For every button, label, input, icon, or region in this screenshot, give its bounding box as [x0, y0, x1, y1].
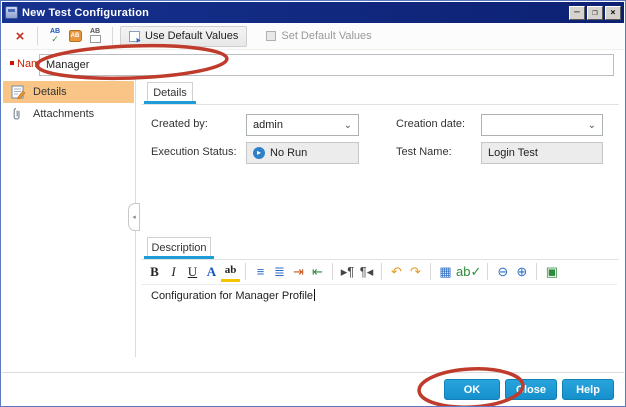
chevron-down-icon: ⌄ — [338, 120, 358, 131]
redo-icon[interactable]: ↷ — [406, 262, 425, 282]
italic-icon[interactable]: I — [164, 262, 183, 282]
zoom-in-icon[interactable]: ⊕ — [512, 262, 531, 282]
clear-fields-icon[interactable]: × — [10, 26, 30, 46]
rte-separator — [487, 263, 488, 280]
rte-separator — [430, 263, 431, 280]
dialog-toolbar: × AB ✓ AB AB Use Default Values Set Defa… — [2, 23, 624, 50]
tab-description[interactable]: Description — [147, 237, 211, 257]
rtl-paragraph-icon[interactable]: ¶◂ — [357, 262, 376, 282]
collapse-pane-handle[interactable]: ◂ — [128, 203, 140, 231]
footer-divider — [2, 372, 624, 373]
chevron-down-icon: ⌄ — [582, 120, 602, 131]
spell-check-icon[interactable]: ab✓ — [455, 262, 482, 282]
rte-separator — [381, 263, 382, 280]
rte-separator — [245, 263, 246, 280]
dialog-title: New Test Configuration — [22, 7, 149, 19]
use-default-values-button[interactable]: Use Default Values — [120, 26, 247, 47]
details-form-icon — [11, 85, 25, 99]
description-editor[interactable]: Configuration for Manager Profile — [151, 289, 315, 302]
name-input[interactable] — [39, 54, 614, 76]
test-name-label: Test Name: — [396, 146, 452, 158]
sidebar-item-label: Details — [33, 86, 67, 98]
rte-separator — [536, 263, 537, 280]
increase-indent-icon[interactable]: ⇥ — [289, 262, 308, 282]
tab-details[interactable]: Details — [147, 82, 193, 102]
sidebar-item-label: Attachments — [33, 108, 94, 120]
toolbar-separator — [112, 27, 113, 45]
zoom-out-icon[interactable]: ⊖ — [493, 262, 512, 282]
toolbar-separator — [37, 27, 38, 45]
text-caret — [314, 289, 315, 301]
test-name-field: Login Test — [481, 142, 603, 164]
paperclip-icon — [11, 107, 25, 121]
help-button[interactable]: Help — [562, 379, 614, 400]
title-bar: New Test Configuration ─ ❐ × — [2, 2, 624, 23]
decrease-indent-icon[interactable]: ⇤ — [308, 262, 327, 282]
sidebar-item-details[interactable]: Details — [3, 81, 134, 103]
minimize-button[interactable]: ─ — [569, 6, 585, 20]
undo-icon[interactable]: ↶ — [387, 262, 406, 282]
description-text: Configuration for Manager Profile — [151, 290, 313, 302]
close-dialog-button[interactable]: Close — [505, 379, 557, 400]
set-default-values-icon — [266, 31, 276, 41]
details-tab-line — [141, 104, 619, 105]
toggle-grid-icon[interactable]: ▣ — [542, 262, 561, 282]
font-color-icon[interactable]: A — [202, 262, 221, 282]
rte-separator — [332, 263, 333, 280]
thesaurus-icon[interactable]: AB — [65, 26, 85, 46]
set-default-values-button: Set Default Values — [257, 26, 380, 47]
new-test-configuration-dialog: New Test Configuration ─ ❐ × × AB ✓ AB A… — [0, 0, 626, 407]
bullet-list-icon[interactable]: ≡ — [251, 262, 270, 282]
dialog-icon — [5, 6, 18, 19]
bold-icon[interactable]: B — [145, 262, 164, 282]
creation-date-dropdown[interactable]: ⌄ — [481, 114, 603, 136]
spelling-options-icon[interactable]: AB — [85, 26, 105, 46]
created-by-dropdown[interactable]: admin ⌄ — [246, 114, 359, 136]
created-by-label: Created by: — [151, 118, 208, 130]
numbered-list-icon[interactable]: ≣ — [270, 262, 289, 282]
no-run-status-icon: ▸ — [253, 147, 265, 159]
execution-status-label: Execution Status: — [151, 146, 237, 158]
creation-date-label: Creation date: — [396, 118, 465, 130]
execution-status-field: ▸ No Run — [246, 142, 359, 164]
rich-text-toolbar: BIUAab ≡≣⇥⇤ ▸¶¶◂ ↶↷ ▦ab✓ ⊖⊕ ▣ — [141, 259, 617, 285]
insert-table-icon[interactable]: ▦ — [436, 262, 455, 282]
maximize-button[interactable]: ❐ — [587, 6, 603, 20]
ok-button[interactable]: OK — [444, 379, 500, 400]
underline-icon[interactable]: U — [183, 262, 202, 282]
use-default-values-icon — [129, 31, 140, 42]
sidebar: Details Attachments — [3, 81, 134, 354]
spell-check-icon[interactable]: AB ✓ — [45, 26, 65, 46]
sidebar-item-attachments[interactable]: Attachments — [3, 103, 134, 125]
close-button[interactable]: × — [605, 6, 621, 20]
highlight-icon[interactable]: ab — [221, 262, 240, 282]
required-field-bullet — [10, 61, 14, 65]
ltr-paragraph-icon[interactable]: ▸¶ — [338, 262, 357, 282]
